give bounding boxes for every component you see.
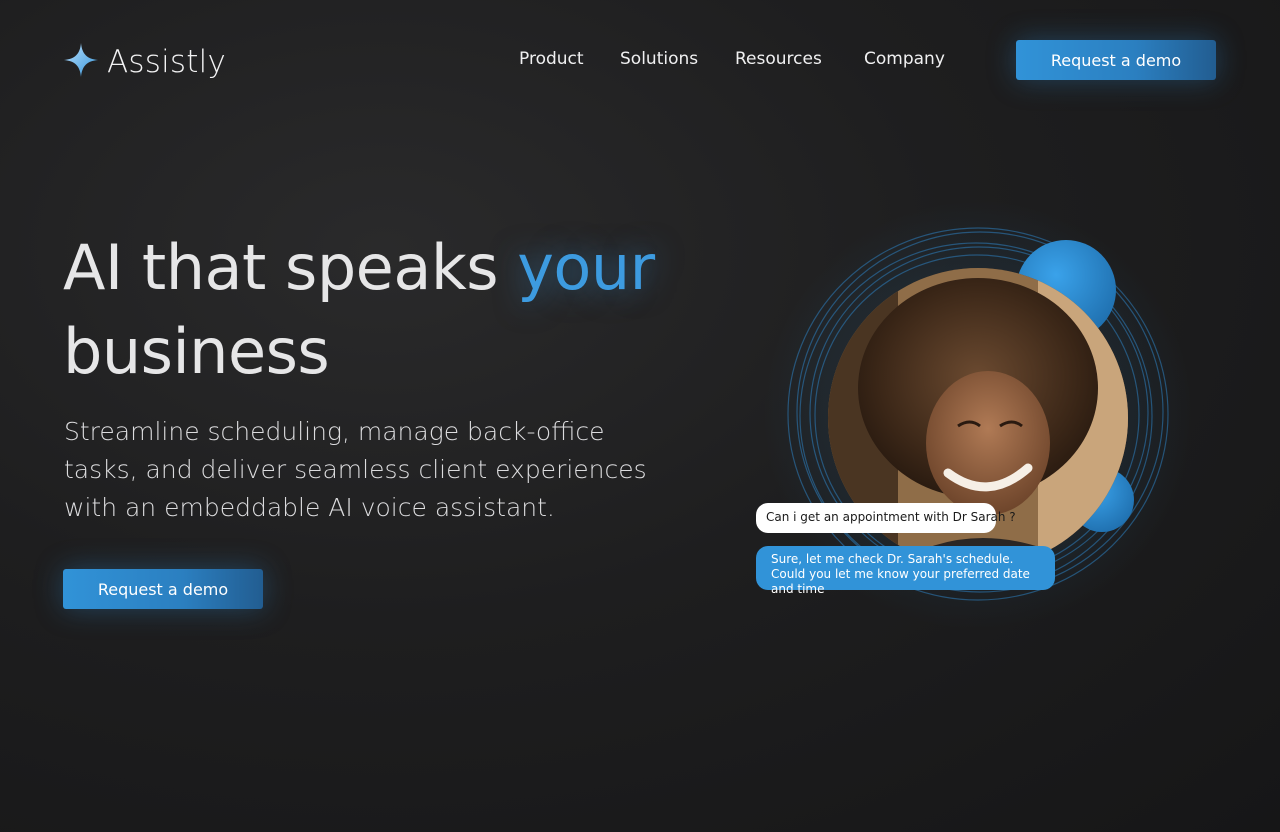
hero-request-demo-button[interactable]: Request a demo [63,569,263,609]
nav-item-product[interactable]: Product [519,49,584,69]
sparkle-logo-icon [63,42,99,82]
user-chat-bubble: Can i get an appointment with Dr Sarah ? [756,503,1016,533]
nav-item-company[interactable]: Company [864,49,945,69]
hero-title-accent: your [517,231,655,304]
hero-title-part2: business [63,315,330,388]
main-nav: Product Solutions Resources Company [519,49,949,73]
hero-subtitle: Streamline scheduling, manage back-offic… [64,417,647,522]
brand-logo[interactable]: Assistly [63,42,226,82]
brand-name: Assistly [107,44,226,80]
hero-visual: Can i get an appointment with Dr Sarah ?… [740,200,1200,630]
hero-title: AI that speaks your business [63,226,703,394]
site-header: Assistly Product Solutions Resources Com… [0,0,1280,120]
header-request-demo-button[interactable]: Request a demo [1016,40,1216,80]
nav-item-solutions[interactable]: Solutions [620,49,698,69]
assistant-chat-bubble: Sure, let me check Dr. Sarah's schedule.… [756,546,1055,596]
hero-title-part1: AI that speaks [63,231,518,304]
nav-item-resources[interactable]: Resources [735,49,822,69]
